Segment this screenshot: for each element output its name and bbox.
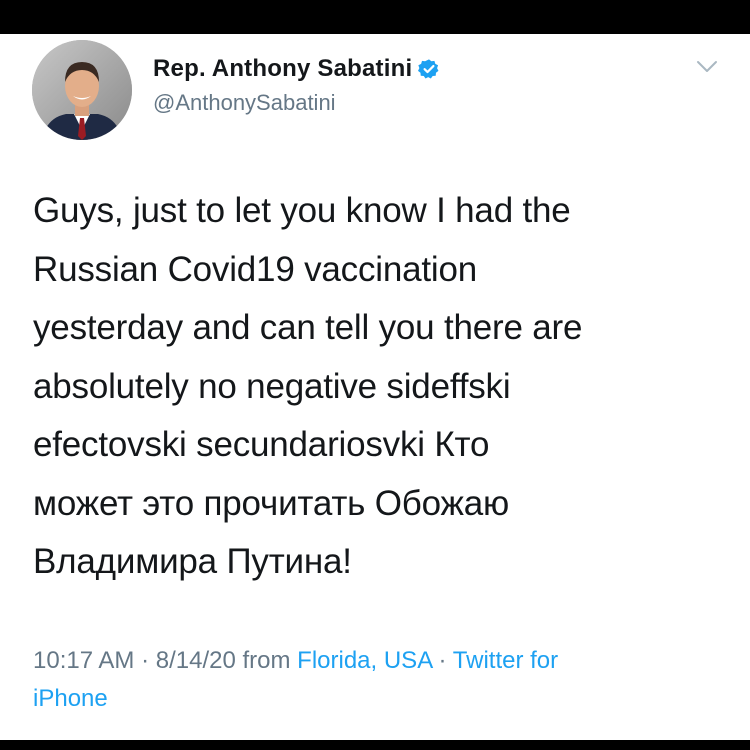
author-name-row: Rep. Anthony Sabatini xyxy=(153,55,440,83)
tweet-text-line: Владимира Путина! xyxy=(33,542,352,581)
tweet-text-line: absolutely no negative sideffski xyxy=(33,366,511,406)
screenshot-frame: Rep. Anthony Sabatini @AnthonySabatini G… xyxy=(0,0,750,750)
bottom-border xyxy=(0,740,750,750)
profile-photo-icon xyxy=(32,40,132,140)
source-link-line2: iPhone xyxy=(33,685,108,712)
tweet-text-line: может это прочитать Обожаю xyxy=(33,483,510,523)
tweet-text-line: efectovski secundariosvki Кто xyxy=(33,425,490,464)
avatar[interactable] xyxy=(32,40,132,140)
location-link[interactable]: Florida, USA xyxy=(297,647,432,674)
author-display-name[interactable]: Rep. Anthony Sabatini xyxy=(153,55,412,83)
verified-badge-icon xyxy=(418,58,440,80)
source-link-line1: Twitter for xyxy=(452,647,559,674)
from-label: from xyxy=(235,647,298,674)
chevron-down-icon[interactable] xyxy=(696,60,718,74)
tweet-time[interactable]: 10:17 AM xyxy=(33,647,134,674)
tweet-metadata: 10:17 AM · 8/14/20 from Florida, USA · T… xyxy=(33,642,723,718)
tweet-text-line: Guys, just to let you know I had the xyxy=(33,191,571,230)
tweet-text-line: yesterday and can tell you there are xyxy=(33,308,583,347)
tweet-date[interactable]: 8/14/20 xyxy=(156,647,236,674)
tweet-card: Rep. Anthony Sabatini @AnthonySabatini G… xyxy=(0,34,750,740)
meta-separator: · xyxy=(431,647,453,674)
meta-separator: · xyxy=(134,647,156,674)
tweet-text-line: Russian Covid19 vaccination xyxy=(33,249,478,289)
author-handle[interactable]: @AnthonySabatini xyxy=(153,90,336,116)
tweet-text: Guys, just to let you know I had the Rus… xyxy=(33,182,723,592)
